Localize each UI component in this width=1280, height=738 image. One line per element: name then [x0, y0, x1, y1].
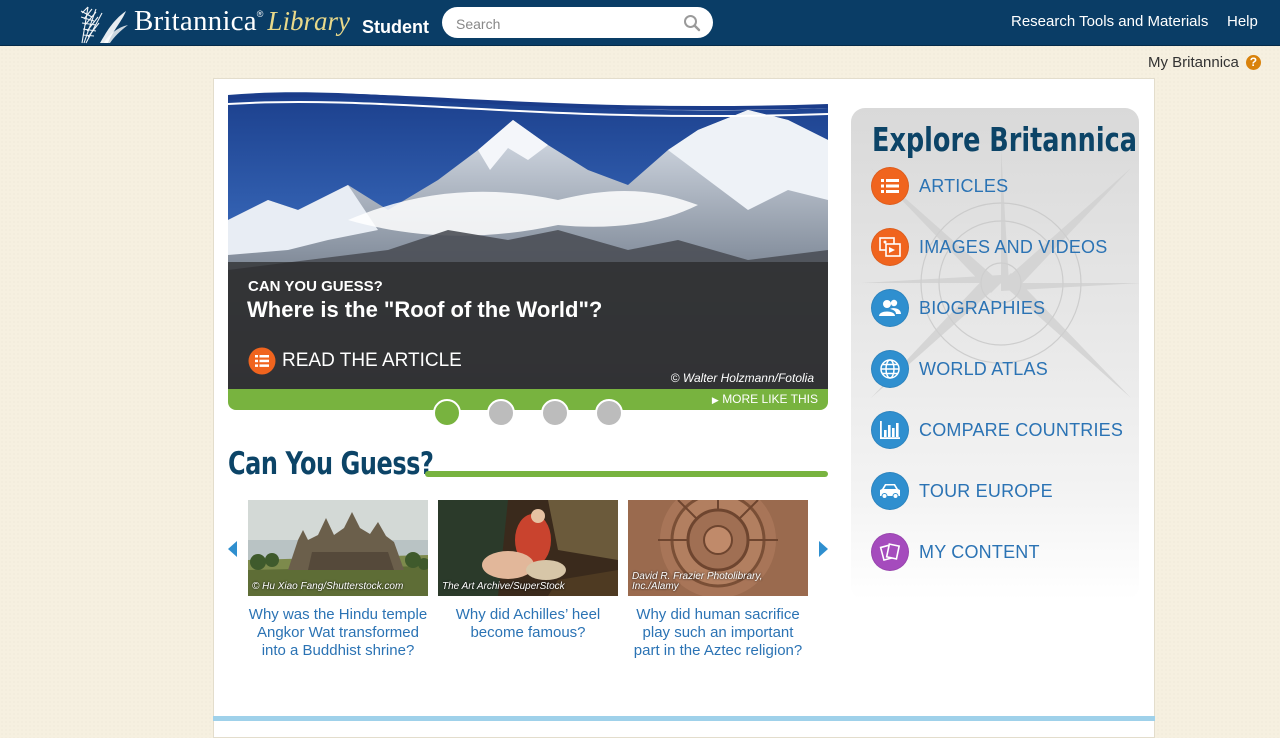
cards-icon [871, 533, 909, 571]
explore-item-label: TOUR EUROPE [919, 480, 1053, 501]
logo-wordmark: Britannica® Library [134, 5, 350, 38]
card-photo-credit: The Art Archive/SuperStock [442, 581, 565, 592]
my-britannica-link[interactable]: My Britannica ? [1148, 54, 1261, 71]
more-like-this-label: MORE LIKE THIS [722, 392, 818, 406]
explore-britannica-title: Explore Britannica [872, 120, 1137, 159]
explore-item-label: ARTICLES [919, 175, 1009, 196]
article-list-icon [248, 347, 276, 375]
carousel-next-arrow-icon[interactable] [819, 541, 828, 557]
media-icon [871, 228, 909, 266]
more-like-this-link[interactable]: ▶ MORE LIKE THIS [712, 392, 818, 406]
explore-my-content-link[interactable]: MY CONTENT [871, 533, 1040, 571]
hero-photo-credit: © Walter Holzmann/Fotolia [670, 371, 814, 385]
read-the-article-label: READ THE ARTICLE [282, 350, 462, 371]
explore-images-videos-link[interactable]: IMAGES AND VIDEOS [871, 228, 1107, 266]
carousel-dot-2[interactable] [487, 399, 515, 427]
my-britannica-label: My Britannica [1148, 54, 1239, 71]
search-input[interactable] [454, 13, 678, 34]
people-icon [871, 289, 909, 327]
read-the-article-button[interactable]: READ THE ARTICLE [248, 347, 462, 375]
list-icon [871, 167, 909, 205]
caret-right-icon: ▶ [711, 395, 719, 405]
help-link[interactable]: Help [1227, 13, 1258, 30]
explore-item-label: BIOGRAPHIES [919, 297, 1046, 318]
thistle-logo-icon [80, 6, 128, 44]
explore-item-label: COMPARE COUNTRIES [919, 419, 1124, 440]
explore-world-atlas-link[interactable]: WORLD ATLAS [871, 350, 1048, 388]
hero-title[interactable]: Where is the "Roof of the World"? [247, 297, 602, 323]
explore-compare-countries-link[interactable]: COMPARE COUNTRIES [871, 411, 1123, 449]
research-tools-link[interactable]: Research Tools and Materials [1011, 13, 1208, 30]
carousel-dot-4[interactable] [595, 399, 623, 427]
hero-kicker: CAN YOU GUESS? [248, 278, 383, 295]
carousel-prev-arrow-icon[interactable] [228, 541, 237, 557]
guess-card-aztec[interactable]: David R. Frazier Photolibrary, Inc./Alam… [628, 500, 808, 660]
logo-britannica-text: Britannica [134, 5, 257, 37]
guess-card-angkor-wat[interactable]: © Hu Xiao Fang/Shutterstock.com Why was … [248, 500, 428, 660]
panel-bottom-border [213, 716, 1155, 721]
featured-carousel: CAN YOU GUESS? Where is the "Roof of the… [228, 90, 828, 427]
carousel-dot-1[interactable] [433, 399, 461, 427]
carousel-dot-3[interactable] [541, 399, 569, 427]
bar-chart-icon [871, 411, 909, 449]
explore-tour-europe-link[interactable]: TOUR EUROPE [871, 472, 1053, 510]
logo-library-text: Library [267, 6, 350, 36]
guess-card-achilles[interactable]: The Art Archive/SuperStock Why did Achil… [438, 500, 618, 642]
explore-item-label: WORLD ATLAS [919, 358, 1048, 379]
search-box [442, 7, 713, 38]
explore-articles-link[interactable]: ARTICLES [871, 167, 1008, 205]
card-photo-credit: © Hu Xiao Fang/Shutterstock.com [252, 581, 404, 592]
explore-britannica-box: Explore Britannica ARTICLES IMAGES AND V… [851, 108, 1139, 600]
card-photo-credit: David R. Frazier Photolibrary, Inc./Alam… [632, 571, 763, 592]
logo-registered-mark: ® [256, 9, 264, 19]
carousel-pagination [433, 399, 649, 427]
search-icon[interactable] [683, 14, 701, 32]
explore-item-label: MY CONTENT [919, 541, 1040, 562]
britannica-library-logo[interactable]: Britannica® Library Student [78, 3, 429, 44]
car-icon [871, 472, 909, 510]
heading-underline [425, 471, 828, 477]
question-help-icon[interactable]: ? [1245, 55, 1261, 70]
explore-biographies-link[interactable]: BIOGRAPHIES [871, 289, 1045, 327]
can-you-guess-heading: Can You Guess? [228, 446, 434, 482]
globe-icon [871, 350, 909, 388]
explore-item-label: IMAGES AND VIDEOS [919, 236, 1108, 257]
top-navigation-bar: Britannica®Library Student Research Tool… [0, 0, 1280, 46]
edition-label: Student [362, 17, 429, 37]
